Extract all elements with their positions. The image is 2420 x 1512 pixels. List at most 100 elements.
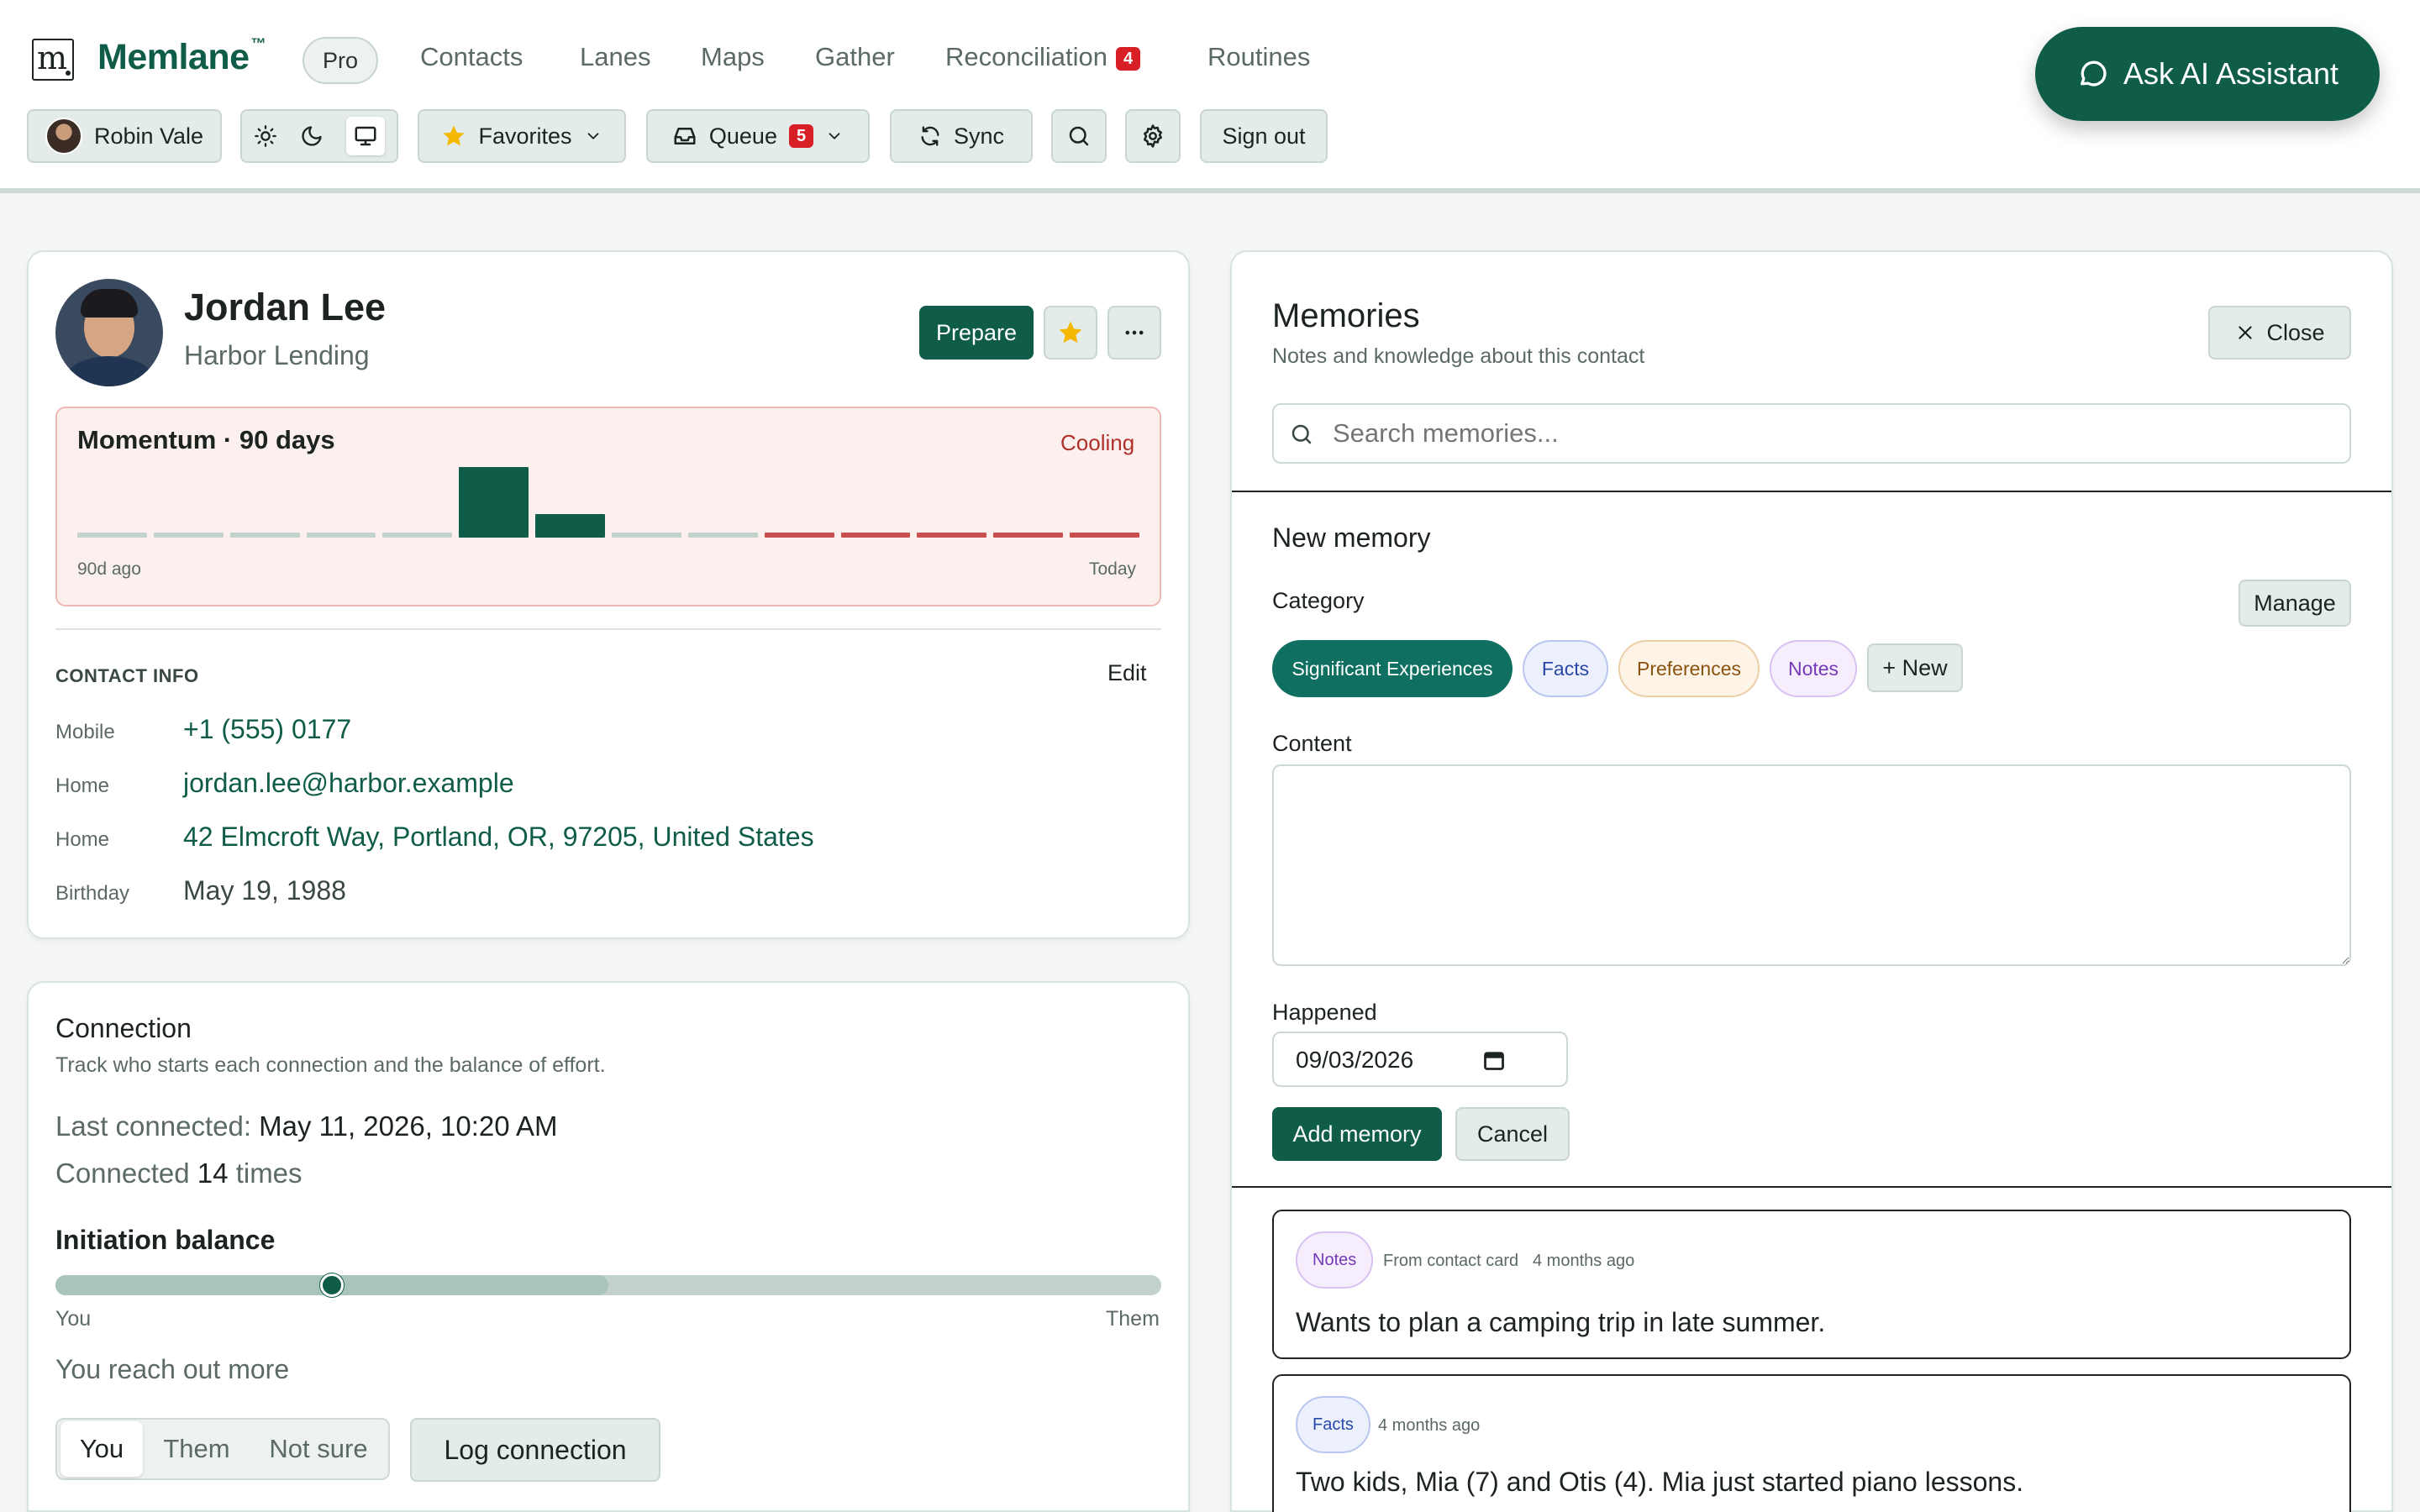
nav-reconciliation[interactable]: Reconciliation 4 bbox=[945, 42, 1141, 72]
contact-company: Harbor Lending bbox=[184, 340, 370, 370]
log-connection-button[interactable]: Log connection bbox=[410, 1418, 660, 1482]
nav-gather[interactable]: Gather bbox=[815, 42, 895, 72]
search-button[interactable] bbox=[1051, 109, 1107, 163]
add-memory-button[interactable]: Add memory bbox=[1272, 1107, 1442, 1161]
cancel-memory-button[interactable]: Cancel bbox=[1455, 1107, 1570, 1161]
initiator-them[interactable]: Them bbox=[146, 1421, 247, 1477]
memory-item[interactable]: Facts 4 months ago Two kids, Mia (7) and… bbox=[1272, 1374, 2351, 1512]
search-icon bbox=[1289, 422, 1314, 447]
manage-categories-button[interactable]: Manage bbox=[2238, 580, 2351, 627]
contact-name: Jordan Lee bbox=[184, 286, 387, 328]
initiator-you[interactable]: You bbox=[60, 1421, 143, 1477]
memory-time: 4 months ago bbox=[1533, 1252, 1635, 1270]
more-options-button[interactable] bbox=[1107, 306, 1161, 360]
happened-date-field[interactable]: 09/03/2026 bbox=[1272, 1032, 1568, 1087]
user-menu-button[interactable]: Robin Vale bbox=[27, 109, 222, 163]
last-connected: Last connected: May 11, 2026, 10:20 AM bbox=[55, 1110, 558, 1142]
memory-content-input[interactable] bbox=[1272, 764, 2351, 966]
star-icon bbox=[441, 123, 466, 149]
info-label: Birthday bbox=[55, 882, 130, 905]
queue-button[interactable]: Queue 5 bbox=[646, 109, 870, 163]
happened-date-value: 09/03/2026 bbox=[1296, 1047, 1414, 1073]
mobile-number[interactable]: +1 (555) 0177 bbox=[183, 714, 351, 745]
edit-contact-info-button[interactable]: Edit bbox=[1107, 660, 1147, 686]
category-significant-experiences[interactable]: Significant Experiences bbox=[1272, 640, 1512, 697]
memories-subtitle: Notes and knowledge about this contact bbox=[1272, 344, 1645, 368]
more-icon bbox=[1123, 321, 1146, 344]
momentum-bar bbox=[612, 533, 681, 538]
momentum-bar bbox=[306, 533, 376, 538]
monitor-icon[interactable] bbox=[345, 117, 385, 155]
favorite-toggle[interactable] bbox=[1044, 306, 1097, 360]
sign-out-button[interactable]: Sign out bbox=[1200, 109, 1328, 163]
category-preferences[interactable]: Preferences bbox=[1618, 640, 1760, 697]
memory-tag: Facts bbox=[1296, 1396, 1370, 1453]
category-label: Category bbox=[1272, 588, 1365, 613]
nav-routines[interactable]: Routines bbox=[1207, 42, 1310, 72]
close-memories-button[interactable]: Close bbox=[2208, 306, 2351, 360]
plan-badge: Pro bbox=[302, 37, 379, 84]
momentum-bar bbox=[917, 533, 987, 538]
category-facts[interactable]: Facts bbox=[1523, 640, 1608, 697]
momentum-bar bbox=[382, 533, 453, 538]
balance-summary: You reach out more bbox=[55, 1354, 290, 1384]
chevron-down-icon bbox=[584, 127, 602, 145]
memory-time: 4 months ago bbox=[1378, 1416, 1481, 1435]
ask-ai-assistant-button[interactable]: Ask AI Assistant bbox=[2035, 27, 2380, 121]
new-category-button[interactable]: + New bbox=[1867, 643, 1963, 692]
momentum-bar bbox=[993, 533, 1064, 538]
momentum-bar bbox=[535, 514, 605, 538]
category-notes[interactable]: Notes bbox=[1770, 640, 1857, 697]
momentum-end-label: Today bbox=[1089, 559, 1137, 579]
divider bbox=[1232, 491, 2391, 492]
sun-icon[interactable] bbox=[254, 124, 277, 148]
memories-title: Memories bbox=[1272, 297, 1420, 334]
prepare-button[interactable]: Prepare bbox=[919, 306, 1034, 360]
momentum-chart bbox=[77, 467, 1139, 538]
momentum-bar bbox=[764, 533, 834, 538]
contact-info-heading: CONTACT INFO bbox=[55, 665, 199, 686]
birthday-value: May 19, 1988 bbox=[183, 875, 346, 906]
settings-button[interactable] bbox=[1125, 109, 1181, 163]
connection-count: Connected 14 times bbox=[55, 1158, 302, 1189]
balance-you-label: You bbox=[55, 1307, 92, 1331]
memory-search-input[interactable] bbox=[1333, 412, 2333, 455]
info-label: Home bbox=[55, 774, 110, 797]
close-icon bbox=[2234, 322, 2256, 344]
balance-them-label: Them bbox=[1106, 1307, 1160, 1331]
inbox-icon bbox=[672, 123, 697, 149]
nav-contacts[interactable]: Contacts bbox=[420, 42, 523, 72]
momentum-bar bbox=[77, 533, 147, 538]
initiator-not-sure[interactable]: Not sure bbox=[249, 1421, 388, 1477]
momentum-status: Cooling bbox=[1060, 430, 1135, 455]
contact-avatar bbox=[55, 279, 163, 386]
nav-lanes[interactable]: Lanes bbox=[580, 42, 650, 72]
nav-maps[interactable]: Maps bbox=[701, 42, 765, 72]
chevron-down-icon bbox=[825, 127, 844, 145]
momentum-title: Momentum · 90 days bbox=[77, 425, 335, 454]
content-label: Content bbox=[1272, 731, 1352, 756]
momentum-bar bbox=[153, 533, 224, 538]
user-name: Robin Vale bbox=[93, 123, 204, 149]
favorites-button[interactable]: Favorites bbox=[418, 109, 626, 163]
balance-title: Initiation balance bbox=[55, 1225, 276, 1255]
email-address[interactable]: jordan.lee@harbor.example bbox=[183, 768, 514, 799]
moon-icon[interactable] bbox=[300, 124, 324, 148]
calendar-icon[interactable] bbox=[1482, 1048, 1506, 1072]
happened-label: Happened bbox=[1272, 1000, 1377, 1025]
balance-marker bbox=[320, 1273, 344, 1297]
sync-button[interactable]: Sync bbox=[890, 109, 1033, 163]
star-icon bbox=[1057, 319, 1084, 346]
chat-bubble-icon bbox=[2076, 57, 2110, 91]
brand-name[interactable]: Memlane ™ bbox=[97, 35, 266, 78]
memory-search-box bbox=[1272, 403, 2351, 464]
memory-tag: Notes bbox=[1296, 1231, 1374, 1289]
theme-switcher[interactable] bbox=[240, 109, 398, 163]
memory-source: From contact card bbox=[1383, 1252, 1519, 1270]
memory-item[interactable]: Notes From contact card 4 months ago Wan… bbox=[1272, 1210, 2351, 1359]
momentum-bar bbox=[459, 467, 529, 538]
memory-text: Wants to plan a camping trip in late sum… bbox=[1296, 1307, 1826, 1337]
home-address[interactable]: 42 Elmcroft Way, Portland, OR, 97205, Un… bbox=[183, 822, 814, 853]
momentum-bar bbox=[229, 533, 300, 538]
search-icon bbox=[1066, 123, 1092, 149]
